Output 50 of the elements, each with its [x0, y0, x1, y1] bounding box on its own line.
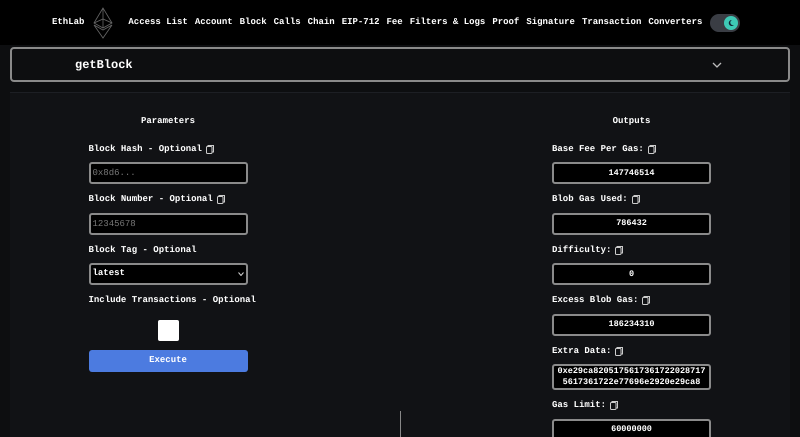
- nav-link[interactable]: Block: [240, 16, 267, 30]
- input-field[interactable]: 12345678: [88, 212, 248, 234]
- output-field: 0: [552, 263, 711, 285]
- field-label: Block Tag - Optional: [88, 244, 197, 256]
- nav-link[interactable]: Access List: [128, 16, 188, 30]
- nav-link[interactable]: Account: [194, 16, 233, 30]
- field-label: Block Hash - Optional: [88, 142, 202, 156]
- nav-link[interactable]: EIP-712: [342, 16, 380, 30]
- nav-link[interactable]: Fee: [386, 16, 403, 30]
- chevron-down-icon: [712, 62, 722, 68]
- checkbox[interactable]: [158, 320, 178, 340]
- copy-icon[interactable]: [610, 401, 618, 410]
- copy-icon[interactable]: [615, 246, 624, 255]
- field-label: Gas Limit:: [552, 399, 606, 412]
- output-field: 60000000: [552, 418, 711, 437]
- field-label: Extra Data:: [552, 344, 612, 358]
- block-tag-select[interactable]: latest: [88, 263, 248, 285]
- section-title: Parameters: [140, 115, 196, 128]
- field-label: Include Transactions - Optional: [88, 294, 256, 307]
- copy-icon[interactable]: [648, 144, 656, 154]
- nav-link[interactable]: Chain: [308, 16, 335, 30]
- brand-name[interactable]: EthLab: [52, 16, 84, 30]
- method-select[interactable]: getBlock: [10, 47, 790, 82]
- copy-icon[interactable]: [632, 195, 640, 204]
- field-label: Difficulty:: [552, 244, 612, 256]
- nav-link[interactable]: Calls: [274, 16, 301, 30]
- field-label: Excess Blob Gas:: [552, 294, 638, 307]
- field-label: Blob Gas Used:: [552, 193, 628, 206]
- nav-link[interactable]: Proof: [492, 16, 520, 30]
- section-title: Outputs: [612, 115, 652, 128]
- theme-toggle[interactable]: [710, 14, 740, 32]
- chevron-down-icon: [238, 272, 244, 276]
- ethereum-logo-icon: [93, 6, 114, 38]
- moon-icon: [727, 18, 736, 26]
- copy-icon[interactable]: [206, 144, 214, 154]
- copy-icon[interactable]: [642, 296, 650, 306]
- output-field: 147746514: [552, 162, 711, 184]
- field-label: Block Number - Optional: [88, 193, 213, 206]
- output-field: 0xe29ca82051756173617220287175617361722e77696e2920e29ca8: [552, 364, 711, 390]
- input-field[interactable]: 0x8d6...: [88, 162, 248, 184]
- nav-link[interactable]: Transaction: [582, 16, 642, 30]
- field-label: Base Fee Per Gas:: [552, 142, 644, 156]
- output-field: 786432: [552, 212, 711, 234]
- copy-icon[interactable]: [216, 195, 225, 204]
- output-field: 186234310: [552, 314, 711, 336]
- execute-button[interactable]: Execute: [88, 350, 248, 372]
- nav-link[interactable]: Converters: [648, 16, 702, 30]
- nav-link[interactable]: Signature: [526, 16, 575, 30]
- nav-link[interactable]: Filters & Logs: [410, 16, 486, 30]
- copy-icon[interactable]: [615, 346, 624, 356]
